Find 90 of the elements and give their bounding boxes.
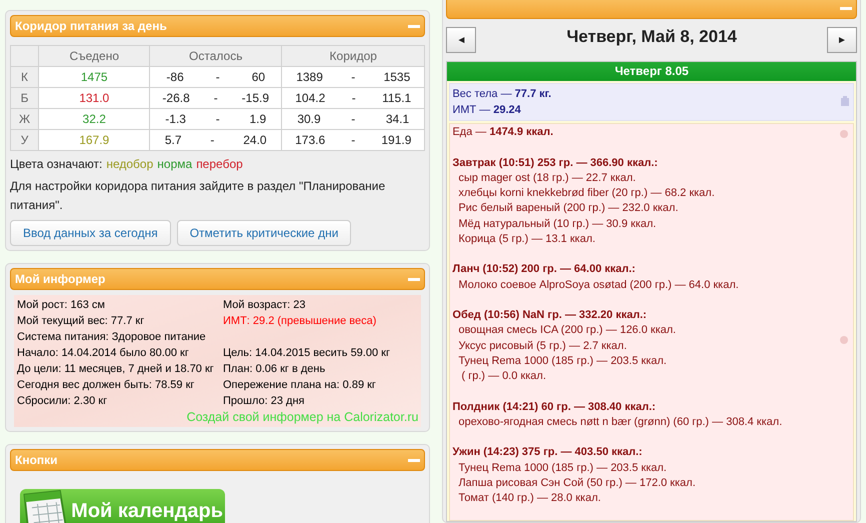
row-label: К xyxy=(21,70,28,84)
meal-item: Тунец Rema 1000 (185 гр.) — 203.5 ккал. xyxy=(458,460,667,476)
column-header: Коридор xyxy=(330,49,377,63)
row-label: Б xyxy=(20,91,28,105)
informer-text: Мой рост: 163 см xyxy=(17,299,105,311)
informer-text: Начало: 14.04.2014 было 80.00 кг xyxy=(17,347,189,359)
food-total: Еда — 1474.9 ккал. xyxy=(452,125,554,140)
informer-text: План: 0.06 кг в день xyxy=(223,363,326,375)
table-cell-text: 34.1 xyxy=(386,111,410,128)
row-label: Ж xyxy=(18,112,30,126)
separator-text: - xyxy=(216,111,220,128)
scale-icon xyxy=(841,96,849,106)
separator-text: - xyxy=(351,69,356,86)
informer-text: Мой возраст: 23 xyxy=(223,299,306,311)
informer-text: Цель: 14.04.2015 весить 59.00 кг xyxy=(223,347,390,359)
weight-text: Вес тела — 77.7 кг. xyxy=(452,87,552,102)
meal-title: Полдник (14:21) 60 гр. — 308.40 ккал.: xyxy=(452,400,657,414)
panel-title: Коридор питания за день xyxy=(15,18,167,35)
table-cell: 131.0 xyxy=(79,91,110,105)
action-button[interactable]: Ввод данных за сегодня xyxy=(10,220,171,246)
table-cell-text: -26.8 xyxy=(162,90,190,107)
date-title: Четверг, Май 8, 2014 xyxy=(566,26,737,48)
meal-title: Ужин (14:23) 375 гр. — 403.50 ккал.: xyxy=(452,445,644,460)
legend-item: норма xyxy=(157,156,192,172)
table-cell-text: 1389 xyxy=(296,69,323,86)
table-cell-text: 60 xyxy=(252,69,266,86)
previous-button[interactable]: ◄ xyxy=(446,27,476,53)
collapse-icon[interactable] xyxy=(840,6,852,10)
panel-title: Кнопки xyxy=(15,452,58,469)
table-cell-text: -1.3 xyxy=(165,111,186,128)
collapse-icon[interactable] xyxy=(408,458,420,462)
informer-text: Сегодня вес должен быть: 78.59 кг xyxy=(17,379,194,391)
legend-label: Цвета означают: xyxy=(10,156,102,172)
meal-item: Уксус рисовый (5 гр.) — 2.7 ккал. xyxy=(458,338,627,354)
separator-text: - xyxy=(216,69,220,86)
informer-text: Опережение плана на: 0.89 кг xyxy=(223,379,376,391)
table-cell: 1475 xyxy=(80,70,108,84)
column-header: Осталось xyxy=(189,49,242,63)
meal-item: Тунец Rema 1000 (185 гр.) — 203.5 ккал. xyxy=(458,354,667,369)
meal-item: Томат (140 гр.) — 28.0 ккал. xyxy=(458,491,601,506)
legend-item: недобор xyxy=(106,156,154,172)
table-cell-text: 1.9 xyxy=(249,111,266,128)
separator-text: - xyxy=(351,132,356,149)
calendar-button[interactable]: Мой календарь xyxy=(20,489,225,523)
weight-text: ИМТ — 29.24 xyxy=(452,103,521,118)
informer-text: Мой текущий вес: 77.7 кг xyxy=(17,315,144,327)
meal-title: Ланч (10:52) 200 гр. — 64.00 ккал.: xyxy=(452,262,636,278)
table-cell-text: 104.2 xyxy=(295,90,326,107)
panel-title: Мой информер xyxy=(15,271,106,288)
table-cell-text: 30.9 xyxy=(297,111,321,128)
table-cell-text: 173.6 xyxy=(295,132,326,149)
separator-text: - xyxy=(351,111,356,128)
table-cell: 32.2 xyxy=(82,112,106,126)
table-cell-text: 115.1 xyxy=(382,90,412,107)
meal-item: Лапша рисовая Сэн Сой (50 гр.) — 172.0 ккал. xyxy=(458,476,696,491)
table-cell-text: 5.7 xyxy=(164,132,182,149)
meal-item: сыр mager ost (18 гр.) — 22.7 ккал. xyxy=(458,170,636,186)
meal-title: Завтрак (10:51) 253 гр. — 366.90 ккал.: xyxy=(452,156,659,170)
informer-text: Сбросили: 2.30 кг xyxy=(17,395,108,407)
meal-item: хлебцы korni knekkebrød fiber (20 гр.) — 68.2 ккал. xyxy=(458,186,715,201)
row-label: У xyxy=(20,133,28,147)
meal-item: Молоко соевое AlproSoya osøtad (200 гр.) — 64.0 ккал. xyxy=(458,278,739,292)
informer-text: ИМТ: 29.2 (превышение веса) xyxy=(223,315,376,327)
meal-item: ( гр.) — 0.0 ккал. xyxy=(460,369,546,384)
separator-text: - xyxy=(210,132,214,149)
column-header: Съедено xyxy=(69,49,119,63)
meal-item: орехово-ягодная смесь nøtt n bær (grønn) (60 гр.) — 308.4 ккал. xyxy=(458,414,782,430)
note-text: Для настройки коридора питания зайдите в раздел "Планирование питания". xyxy=(10,178,386,214)
collapse-icon[interactable] xyxy=(408,24,420,28)
table-cell-text: 24.0 xyxy=(243,132,267,149)
informer-text: Система питания: Здоровое питание xyxy=(17,331,206,343)
meal-item: Рис белый вареный (200 гр.) — 232.0 ккал. xyxy=(458,201,678,216)
collapse-icon[interactable] xyxy=(408,278,420,280)
table-cell-text: 1535 xyxy=(384,69,410,86)
action-button[interactable]: Отметить критические дни xyxy=(176,220,352,246)
meal-item: овощная смесь ICA (200 гр.) — 126.0 ккал. xyxy=(458,323,676,338)
table-cell-text: -15.9 xyxy=(242,90,270,107)
meal-item: Корица (5 гр.) — 13.1 ккал. xyxy=(458,232,596,247)
separator-text: - xyxy=(352,90,356,107)
meal-item: Мёд натуральный (10 гр.) — 30.9 ккал. xyxy=(458,216,656,232)
table-cell-text: -86 xyxy=(166,69,184,86)
day-header: Четверг 8.05 xyxy=(447,62,856,81)
table-cell: 167.9 xyxy=(79,133,110,147)
informer-text: Прошло: 23 дня xyxy=(223,395,304,407)
meal-title: Обед (10:56) NaN гр. — 332.20 ккал.: xyxy=(452,308,648,323)
table-cell-text: 191.9 xyxy=(381,132,412,149)
informer-text: До цели: 11 месяцев, 7 дней и 18.70 кг xyxy=(17,363,214,375)
legend-item: перебор xyxy=(196,156,243,172)
separator-text: - xyxy=(214,90,218,107)
next-button[interactable]: ► xyxy=(827,27,857,53)
